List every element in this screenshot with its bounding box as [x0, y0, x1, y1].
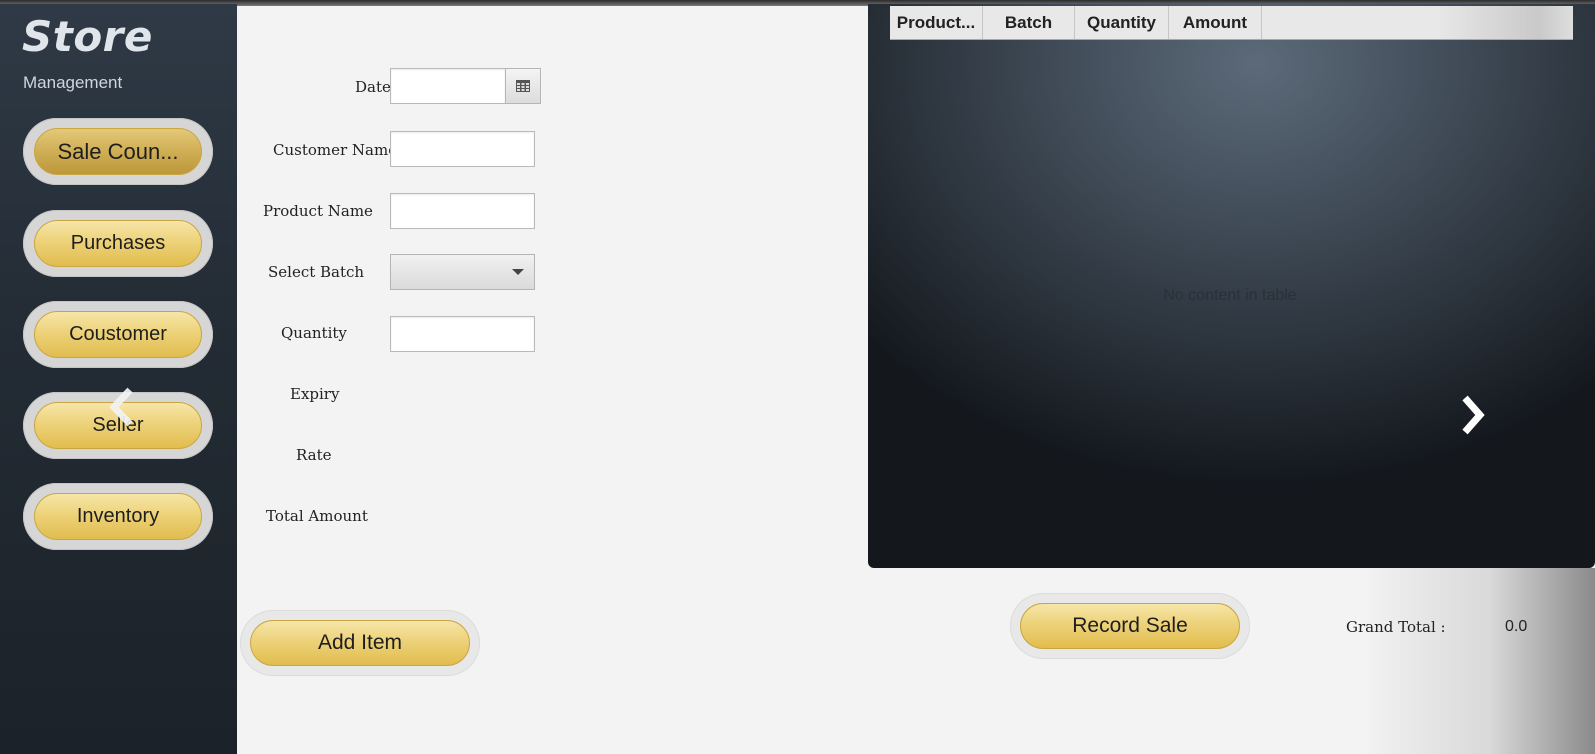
total-amount-label: Total Amount [266, 507, 368, 525]
rate-label: Rate [296, 446, 332, 464]
column-header-batch[interactable]: Batch [983, 6, 1075, 39]
product-name-label: Product Name [263, 202, 373, 220]
customer-name-field[interactable] [390, 131, 535, 167]
sidebar-item-inventory[interactable]: Inventory [23, 483, 213, 550]
sidebar-item-customer[interactable]: Coustomer [23, 301, 213, 368]
date-picker-button[interactable] [505, 68, 541, 104]
column-header-quantity[interactable]: Quantity [1075, 6, 1169, 39]
sidebar-item-purchases[interactable]: Purchases [23, 210, 213, 277]
record-sale-label: Record Sale [1020, 603, 1240, 649]
column-header-product[interactable]: Product... [890, 6, 983, 39]
product-name-field[interactable] [390, 193, 535, 229]
calendar-icon [516, 80, 530, 92]
sidebar-item-label: Inventory [34, 493, 202, 540]
background-shade [1360, 568, 1595, 754]
quantity-field[interactable] [390, 316, 535, 352]
record-sale-button[interactable]: Record Sale [1010, 593, 1250, 659]
add-item-button[interactable]: Add Item [240, 610, 480, 676]
expiry-label: Expiry [290, 385, 340, 403]
sidebar-item-label: Sale Coun... [34, 128, 202, 175]
table-header: Product... Batch Quantity Amount [890, 6, 1573, 40]
date-field[interactable] [390, 68, 506, 104]
grand-total-value: 0.0 [1505, 618, 1528, 635]
column-header-amount[interactable]: Amount [1169, 6, 1262, 39]
app-subtitle: Management [23, 73, 123, 92]
chevron-down-icon [512, 269, 524, 275]
sale-items-table [868, 4, 1595, 568]
customer-name-label: Customer Name: [273, 141, 403, 159]
sidebar-item-sale-counter[interactable]: Sale Coun... [23, 118, 213, 185]
chevron-right-icon[interactable] [1457, 394, 1487, 436]
app-title: Store [22, 12, 153, 61]
chevron-left-icon[interactable] [106, 386, 138, 428]
table-empty-message: No content in table [1163, 287, 1297, 304]
sidebar-item-label: Coustomer [34, 311, 202, 358]
quantity-label: Quantity [281, 324, 347, 342]
grand-total-label: Grand Total : [1346, 618, 1446, 636]
select-batch-label: Select Batch [268, 263, 365, 281]
sidebar-item-label: Purchases [34, 220, 202, 267]
date-label: Date [355, 78, 391, 96]
batch-select[interactable] [390, 254, 535, 290]
sidebar: Store Management Sale Coun... Purchases … [0, 4, 237, 754]
add-item-label: Add Item [250, 620, 470, 666]
